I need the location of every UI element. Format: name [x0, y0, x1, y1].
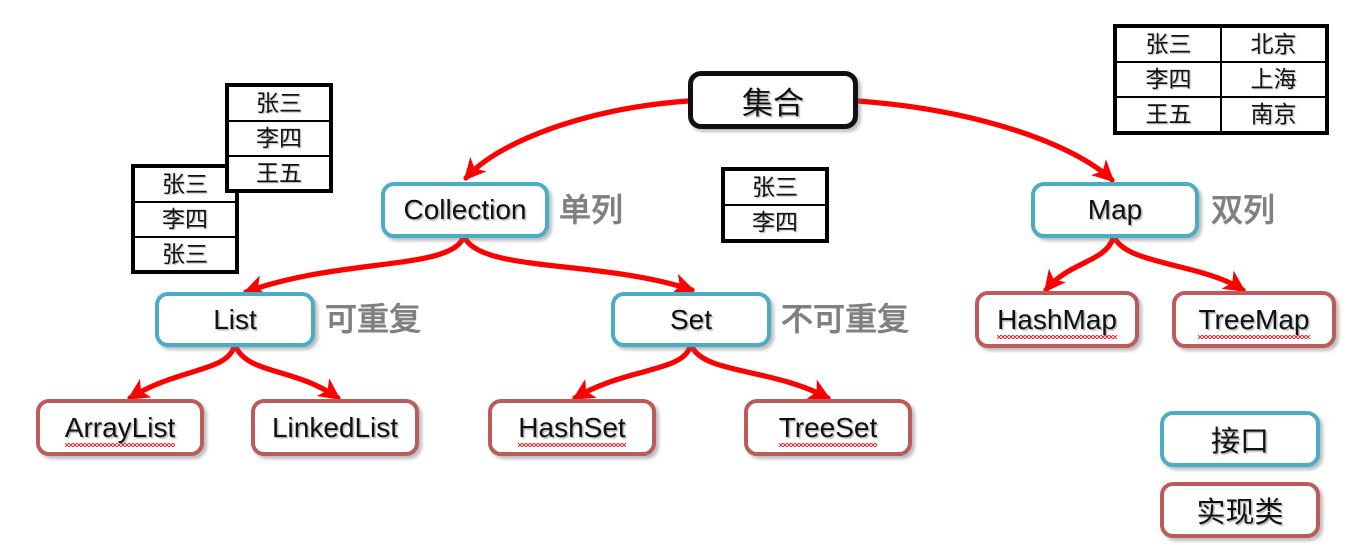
node-treemap-label: TreeMap [1198, 303, 1310, 339]
table-cell: 张三 [1114, 25, 1222, 63]
edge-set-to-hashset [572, 344, 693, 401]
edge-collection-to-list [242, 235, 466, 296]
node-collection[interactable]: Collection [381, 182, 549, 238]
table-row: 李四 [722, 203, 828, 242]
table-row: 张三 [132, 235, 238, 274]
node-list-label: List [213, 303, 257, 335]
table-list-lower: 张三 李四 张三 [131, 164, 239, 275]
table-row: 李四 [226, 119, 332, 157]
table-cell: 北京 [1220, 25, 1328, 63]
table-cell: 王五 [226, 154, 332, 193]
edge-list-to-linkedlist [233, 344, 341, 401]
table-row: 李四 上海 [1114, 61, 1328, 98]
table-cell: 张三 [132, 235, 238, 274]
legend-implementation[interactable]: 实现类 [1160, 482, 1320, 538]
node-list[interactable]: List [155, 292, 315, 347]
edge-list-to-arraylist [127, 344, 237, 401]
edge-root-to-collection [463, 98, 691, 181]
node-collection-label: Collection [403, 194, 527, 225]
node-arraylist[interactable]: ArrayList [36, 399, 204, 456]
legend-interface[interactable]: 接口 [1160, 411, 1320, 467]
table-cell: 李四 [226, 119, 332, 157]
node-hashset[interactable]: HashSet [488, 399, 656, 456]
node-root-collection[interactable]: 集合 [688, 71, 858, 129]
table-row: 张三 [226, 84, 332, 122]
table-map-example: 张三 北京 李四 上海 王五 南京 [1113, 24, 1329, 135]
node-linkedlist-label: LinkedList [271, 411, 399, 443]
table-list-upper: 张三 李四 王五 [225, 83, 333, 194]
annotation-set-text: 不可重复 [781, 301, 910, 337]
table-cell: 李四 [1114, 61, 1222, 98]
node-hashmap[interactable]: HashMap [975, 291, 1139, 348]
edge-map-to-treemap [1112, 235, 1246, 293]
table-list-lower-body: 张三 李四 张三 [132, 165, 238, 274]
diagram-canvas: 集合 Collection Map List Set ArrayList Lin… [0, 0, 1352, 560]
table-row: 张三 [132, 165, 238, 203]
table-map-example-body: 张三 北京 李四 上海 王五 南京 [1114, 25, 1328, 134]
table-cell: 张三 [722, 168, 828, 206]
node-set-label: Set [669, 303, 713, 335]
annotation-map-double-column: 双列 [1211, 194, 1275, 226]
node-treeset[interactable]: TreeSet [744, 399, 912, 456]
table-cell: 王五 [1114, 96, 1222, 134]
table-cell: 张三 [132, 165, 238, 203]
node-map[interactable]: Map [1031, 182, 1199, 238]
table-row: 张三 [722, 168, 828, 206]
node-hashset-label: HashSet [518, 411, 627, 447]
table-cell: 李四 [722, 203, 828, 242]
annotation-collection-single-column: 单列 [559, 194, 623, 226]
table-set-example-body: 张三 李四 [722, 168, 828, 242]
annotation-list-text: 可重复 [325, 301, 422, 337]
edge-root-to-map [855, 98, 1115, 183]
annotation-collection-text: 单列 [559, 192, 624, 228]
annotation-map-text: 双列 [1211, 192, 1276, 228]
edge-set-to-treeset [689, 344, 831, 401]
edge-collection-to-set [462, 235, 696, 295]
table-list-upper-body: 张三 李四 王五 [226, 84, 332, 193]
table-row: 张三 北京 [1114, 25, 1328, 63]
node-arraylist-label: ArrayList [64, 411, 176, 447]
table-set-example: 张三 李四 [721, 167, 829, 243]
table-cell: 上海 [1220, 61, 1328, 98]
table-cell: 南京 [1220, 96, 1328, 134]
node-linkedlist[interactable]: LinkedList [251, 399, 419, 456]
node-map-label: Map [1087, 194, 1143, 225]
annotation-set-not-repeatable: 不可重复 [781, 303, 909, 335]
node-root-label: 集合 [742, 85, 804, 121]
node-treeset-label: TreeSet [778, 411, 878, 447]
legend-implementation-label: 实现类 [1196, 497, 1284, 529]
annotation-list-repeatable: 可重复 [325, 303, 421, 335]
node-treemap[interactable]: TreeMap [1172, 291, 1336, 348]
node-hashmap-label: HashMap [997, 303, 1117, 339]
table-row: 李四 [132, 200, 238, 238]
legend-interface-label: 接口 [1210, 426, 1269, 458]
table-cell: 张三 [226, 84, 332, 122]
node-set[interactable]: Set [611, 292, 771, 347]
table-row: 王五 南京 [1114, 96, 1328, 134]
table-row: 王五 [226, 154, 332, 193]
edge-map-to-hashmap [1043, 235, 1116, 293]
table-cell: 李四 [132, 200, 238, 238]
